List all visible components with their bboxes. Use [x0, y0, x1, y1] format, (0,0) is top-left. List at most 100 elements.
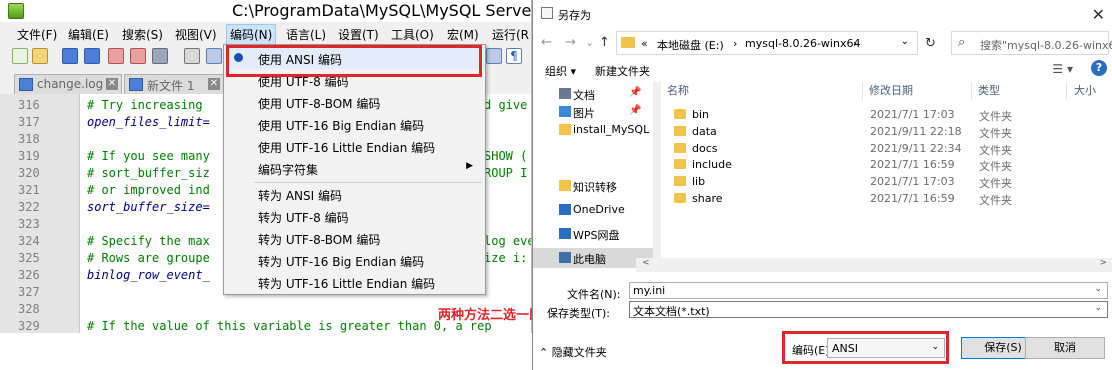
chevron-down-icon[interactable]: ⌄ — [901, 36, 909, 47]
submenu-arrow-icon: ▶ — [466, 161, 473, 171]
wrap-icon[interactable] — [486, 48, 502, 64]
search-box[interactable]: ⌕ 搜索"mysql-8.0.26-winx64" — [951, 31, 1112, 55]
menu-encoding[interactable]: 编码(N) — [226, 24, 277, 45]
file-row[interactable]: data 2021/9/11 22:18 文件夹 — [666, 123, 1112, 140]
menu-item-convert-utf16-be[interactable]: 转为 UTF-16 Big Endian 编码 — [224, 249, 485, 271]
view-options-icon[interactable]: ☰ ▾ — [1052, 62, 1073, 76]
close-file-icon[interactable] — [108, 48, 124, 64]
save-as-dialog: 另存为 ✕ ← → ⌄ ↑ « 本地磁盘 (E:) › mysql-8.0.26… — [532, 0, 1112, 370]
code-text-tail: log eve — [484, 234, 532, 248]
menu-settings[interactable]: 设置(T) — [338, 26, 379, 43]
column-header-name[interactable]: 名称 — [667, 82, 689, 98]
tab-change-log[interactable]: change.log ✕ — [14, 74, 122, 94]
file-row[interactable]: docs 2021/9/11 22:34 文件夹 — [666, 140, 1112, 157]
menu-item-use-utf16-be[interactable]: 使用 UTF-16 Big Endian 编码 — [224, 113, 485, 135]
menu-view[interactable]: 视图(V) — [175, 26, 217, 43]
line-number: 321 — [18, 183, 40, 197]
menu-item-convert-utf8-bom[interactable]: 转为 UTF-8-BOM 编码 — [224, 227, 485, 249]
scroll-left-icon[interactable]: < — [642, 258, 650, 268]
menu-item-use-utf16-le[interactable]: 使用 UTF-16 Little Endian 编码 — [224, 135, 485, 157]
breadcrumb-overflow[interactable]: « — [641, 37, 648, 50]
column-divider — [862, 82, 863, 100]
file-row[interactable]: share 2021/7/1 16:59 文件夹 — [666, 190, 1112, 207]
chevron-down-icon[interactable]: ⌄ — [1094, 284, 1102, 294]
close-all-icon[interactable] — [130, 48, 146, 64]
line-number: 322 — [18, 200, 40, 214]
file-list: 名称 修改日期 类型 大小 bin 2021/7/1 17:03 文件夹 data 20… — [666, 82, 1112, 262]
breadcrumb-separator[interactable]: › — [733, 37, 737, 50]
refresh-icon[interactable]: ↻ — [925, 36, 936, 51]
hide-folders-toggle[interactable]: ⌃ 隐藏文件夹 — [539, 344, 607, 360]
pin-icon: 📌 — [629, 87, 642, 98]
navigation-pane-scrollbar[interactable] — [653, 82, 661, 272]
column-divider — [1066, 82, 1067, 100]
recent-locations-icon[interactable]: ⌄ — [585, 36, 594, 49]
folder-icon — [674, 193, 686, 203]
up-arrow-icon[interactable]: ↑ — [599, 35, 610, 50]
breadcrumb-drive[interactable]: 本地磁盘 (E:) — [657, 37, 724, 53]
nav-item[interactable]: WPS网盘 — [533, 224, 653, 244]
nav-item[interactable]: OneDrive — [533, 200, 653, 220]
nav-item-label: 文档 — [573, 89, 595, 102]
column-header-size[interactable]: 大小 — [1074, 82, 1096, 98]
file-row[interactable]: include 2021/7/1 16:59 文件夹 — [666, 156, 1112, 173]
chevron-down-icon[interactable]: ⌄ — [1094, 303, 1102, 313]
column-header-date[interactable]: 修改日期 — [869, 82, 913, 98]
file-name: include — [692, 158, 732, 172]
show-all-chars-icon[interactable]: ¶ — [506, 48, 522, 64]
print-icon[interactable] — [152, 48, 168, 64]
code-text-tail: ROUP I — [484, 166, 528, 180]
save-all-icon[interactable] — [84, 48, 100, 64]
filetype-select[interactable]: 文本文档(*.txt) ⌄ — [629, 301, 1108, 318]
organize-button[interactable]: 组织 ▾ — [545, 63, 576, 79]
menu-run[interactable]: 运行(R — [492, 26, 529, 43]
copy-icon[interactable] — [206, 48, 222, 64]
nav-item[interactable]: 图片 📌 — [533, 102, 653, 122]
menu-macro[interactable]: 宏(M) — [447, 26, 479, 43]
column-header-type[interactable]: 类型 — [978, 82, 1000, 98]
menu-edit[interactable]: 编辑(E) — [68, 26, 109, 43]
nav-item[interactable]: 文档 📌 — [533, 84, 653, 104]
file-row[interactable]: lib 2021/7/1 17:03 文件夹 — [666, 173, 1112, 190]
menu-item-label: 转为 UTF-16 Little Endian 编码 — [258, 277, 436, 291]
help-icon[interactable]: ? — [1091, 60, 1107, 76]
filename-input[interactable]: my.ini ⌄ — [629, 282, 1108, 299]
tab-new-file-1[interactable]: 新文件 1 ✕ — [124, 74, 224, 94]
new-file-icon[interactable] — [12, 48, 28, 64]
dialog-command-bar: 组织 ▾ 新建文件夹 ☰ ▾ ? — [533, 60, 1112, 80]
file-list-horizontal-scrollbar[interactable]: < > — [636, 258, 1112, 272]
nav-item[interactable]: 知识转移 — [533, 176, 653, 196]
breadcrumb-folder[interactable]: mysql-8.0.26-winx64 — [745, 37, 860, 50]
highlight-box-ansi-menu — [226, 45, 482, 77]
folder-icon — [674, 142, 686, 153]
scroll-right-icon[interactable]: > — [1099, 258, 1107, 268]
nav-item[interactable]: install_MySQL — [533, 120, 653, 140]
save-icon[interactable] — [62, 48, 78, 64]
close-icon[interactable]: ✕ — [1092, 5, 1105, 24]
file-row[interactable]: bin 2021/7/1 17:03 文件夹 — [666, 106, 1112, 123]
menu-item-use-utf8-bom[interactable]: 使用 UTF-8-BOM 编码 — [224, 91, 485, 113]
menu-item-convert-utf8[interactable]: 转为 UTF-8 编码 — [224, 205, 485, 227]
menu-tools[interactable]: 工具(O) — [391, 26, 434, 43]
back-arrow-icon[interactable]: ← — [541, 35, 552, 50]
nav-item-label: OneDrive — [573, 203, 625, 216]
menu-language[interactable]: 语言(L) — [286, 26, 326, 43]
menu-search[interactable]: 搜索(S) — [122, 26, 163, 43]
cut-icon[interactable] — [184, 48, 200, 64]
new-folder-button[interactable]: 新建文件夹 — [595, 63, 650, 79]
nav-item[interactable]: 此电脑 — [533, 248, 653, 268]
npp-title-bar: C:\ProgramData\MySQL\MySQL Server 8.0 — [0, 0, 531, 22]
tab-close-icon[interactable]: ✕ — [208, 78, 220, 90]
breadcrumb-separator[interactable]: › — [853, 37, 857, 50]
menu-item-convert-ansi[interactable]: 转为 ANSI 编码 — [224, 183, 485, 205]
forward-arrow-icon[interactable]: → — [565, 35, 576, 50]
tab-close-icon[interactable]: ✕ — [106, 78, 118, 90]
menu-item-convert-utf16-le[interactable]: 转为 UTF-16 Little Endian 编码 — [224, 271, 485, 293]
menu-item-charset[interactable]: 编码字符集 ▶ — [224, 157, 485, 179]
cancel-button[interactable]: 取消 — [1025, 337, 1105, 359]
address-bar[interactable]: « 本地磁盘 (E:) › mysql-8.0.26-winx64 › ⌄ — [616, 31, 918, 55]
menu-file[interactable]: 文件(F) — [17, 26, 57, 43]
open-file-icon[interactable] — [32, 48, 48, 64]
folder-icon — [674, 159, 686, 170]
column-divider — [971, 82, 972, 100]
